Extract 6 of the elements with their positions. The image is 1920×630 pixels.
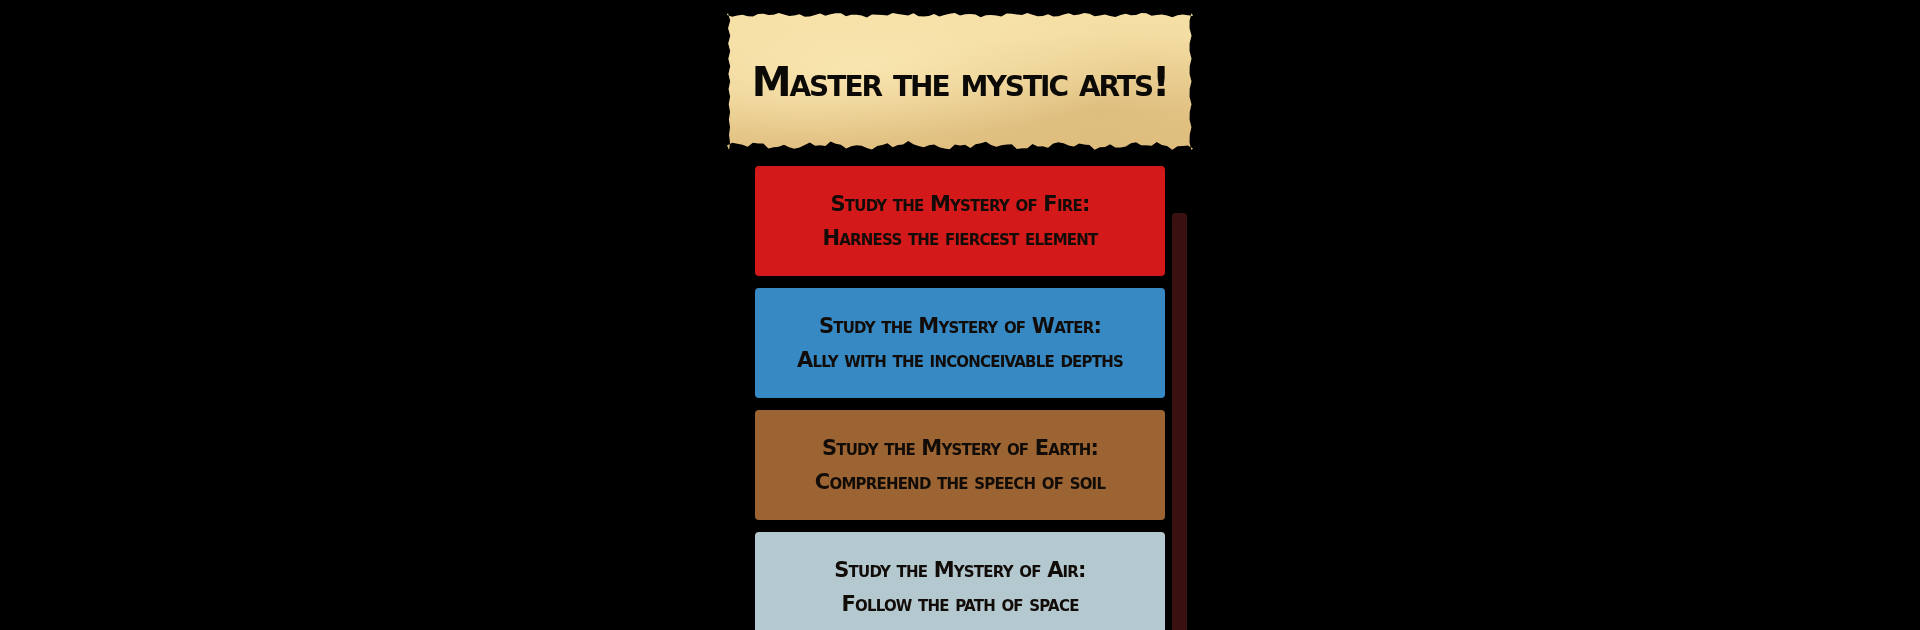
option-button[interactable]: Study the Mystery of Air: Follow the path of space bbox=[755, 532, 1165, 630]
scrollbar[interactable] bbox=[1172, 213, 1187, 630]
page-title: Master the mystic arts! bbox=[751, 58, 1169, 105]
option-button[interactable]: Study the Mystery of Fire: Harness the fiercest element bbox=[755, 166, 1165, 276]
option-button[interactable]: Study the Mystery of Water: Ally with the inconceivable depths bbox=[755, 288, 1165, 398]
option-button[interactable]: Study the Mystery of Earth: Comprehend the speech of soil bbox=[755, 410, 1165, 520]
